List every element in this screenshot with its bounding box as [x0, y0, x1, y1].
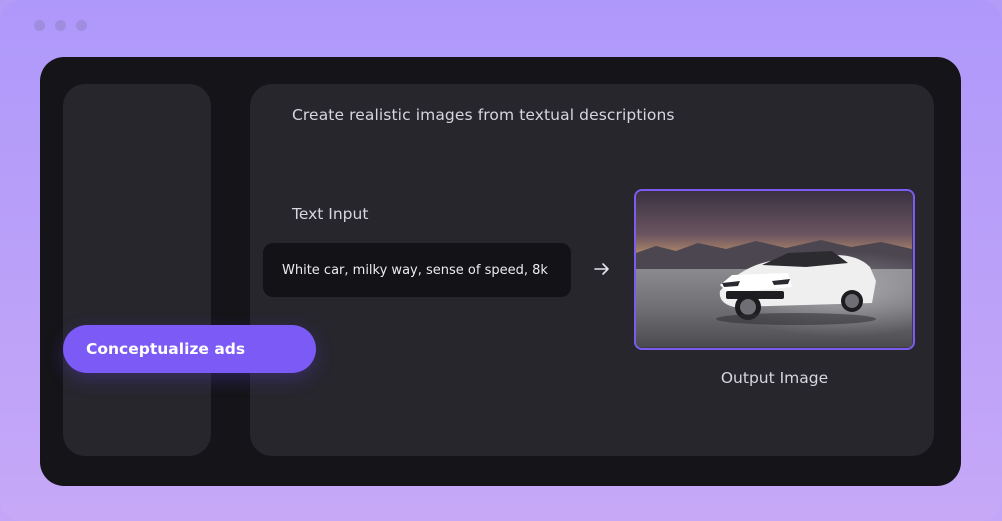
window-control-dot[interactable] [76, 20, 87, 31]
sidebar-panel [63, 84, 211, 456]
prompt-text: White car, milky way, sense of speed, 8k [282, 262, 548, 278]
browser-frame: Create realistic images from textual des… [0, 0, 1002, 521]
window-control-dot[interactable] [55, 20, 66, 31]
arrow-right-icon [594, 263, 609, 275]
prompt-input[interactable]: White car, milky way, sense of speed, 8k [263, 243, 571, 297]
feature-headline: Create realistic images from textual des… [292, 106, 675, 124]
text-input-label: Text Input [292, 205, 369, 223]
window-controls [34, 20, 87, 31]
output-image-label: Output Image [720, 369, 829, 387]
conceptualize-ads-button[interactable]: Conceptualize ads [63, 325, 316, 373]
pill-label: Conceptualize ads [86, 340, 246, 358]
car-image [636, 191, 912, 347]
output-image[interactable] [634, 189, 915, 350]
window-control-dot[interactable] [34, 20, 45, 31]
